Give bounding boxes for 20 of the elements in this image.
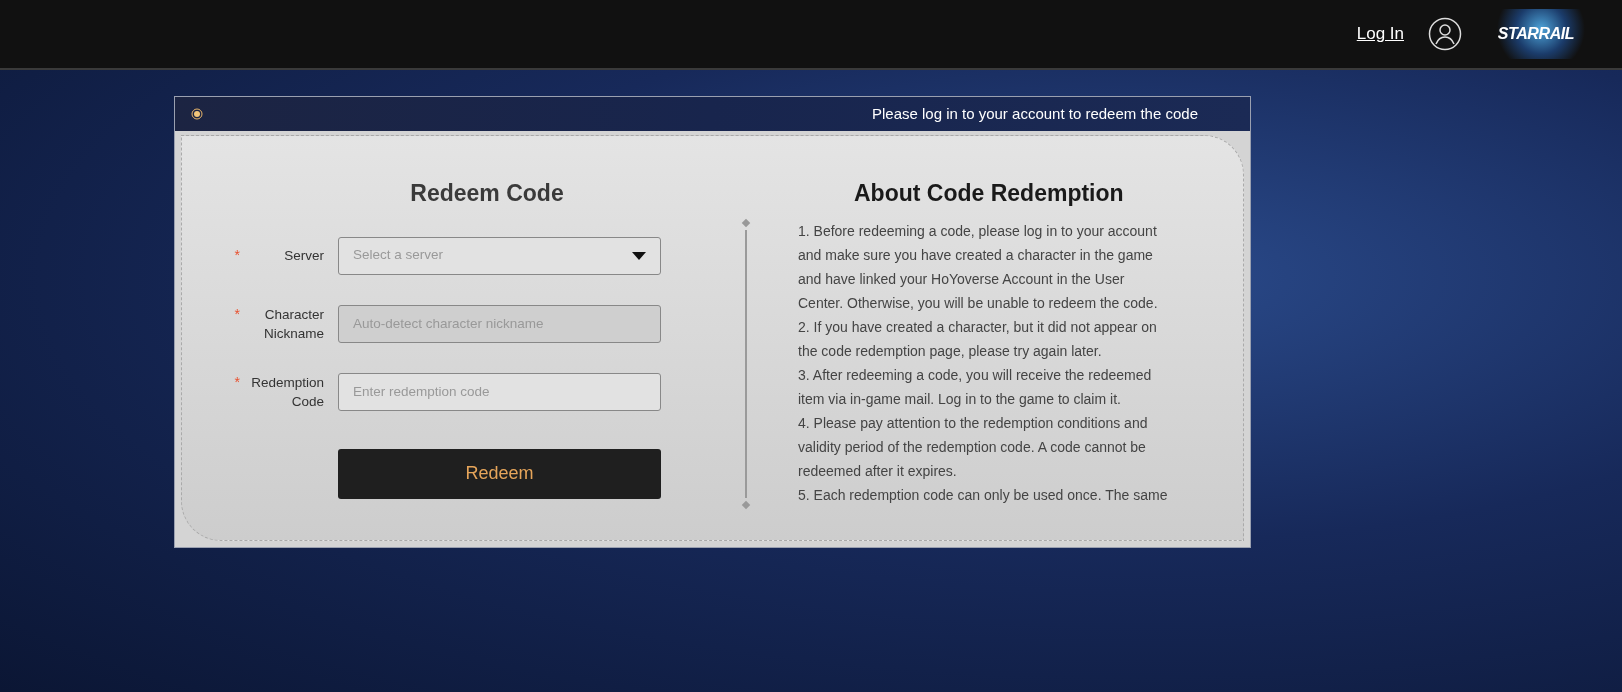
redeem-button[interactable]: Redeem xyxy=(338,448,661,499)
login-link[interactable]: Log In xyxy=(1356,21,1404,47)
about-paragraph: 1. Before redeeming a code, please log in to your account and make sure you have created a character in the game and have linked your HoYoverse Account in the User Center. Otherwise, you will be unable to redeem the code. xyxy=(798,221,1159,313)
field-label: Redemption Code xyxy=(250,373,324,411)
about-paragraph: 3. After redeeming a code, you will receive the redeemed item via in-game mail. Log in to the game to claim it. xyxy=(798,365,1153,409)
required-icon: * xyxy=(234,304,240,324)
login-prompt: Please log in to your account to redeem the code xyxy=(871,103,1198,124)
caret-icon xyxy=(632,251,646,260)
user-icon[interactable] xyxy=(1428,17,1462,51)
about-title: About Code Redemption xyxy=(854,179,1124,208)
form-title: Redeem Code xyxy=(410,179,564,208)
about-paragraph: 2. If you have created a character, but it did not appear on the code redemption page, please try again later. xyxy=(798,317,1158,361)
field-label: Server xyxy=(283,247,324,265)
sun-icon xyxy=(191,108,203,120)
field-label: Character Nickname xyxy=(262,305,324,343)
required-icon: * xyxy=(234,372,240,392)
required-icon: * xyxy=(234,246,240,265)
input-field[interactable]: Enter redemption code xyxy=(338,372,661,411)
about-paragraph: 4. Please pay attention to the redemption conditions and validity period of the redemption code. A code cannot be redeemed after it expires. xyxy=(798,413,1149,481)
about-paragraph: 5. Each redemption code can only be used once. The same xyxy=(798,485,1169,505)
